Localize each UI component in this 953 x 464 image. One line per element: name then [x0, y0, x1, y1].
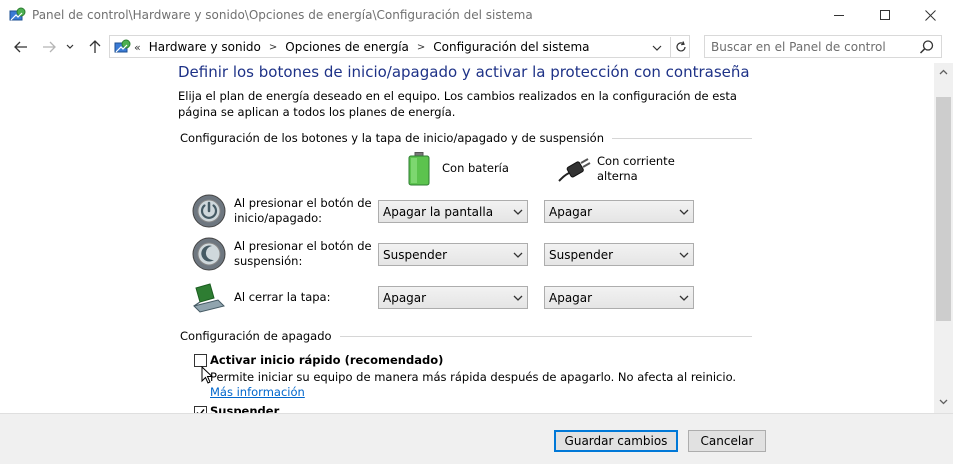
select-value: Apagar la pantalla	[383, 205, 494, 219]
suspend-label[interactable]: Suspender	[210, 404, 279, 413]
chevron-down-icon	[513, 295, 523, 301]
sleep-button-battery-select[interactable]: Suspender	[378, 243, 528, 266]
maximize-icon	[880, 10, 890, 20]
title-bar: Panel de control\Hardware y sonido\Opcio…	[0, 0, 953, 30]
breadcrumb-overflow[interactable]: «	[134, 41, 141, 54]
control-panel-icon	[9, 7, 26, 21]
buttons-section-title: Configuración de los botones y la tapa d…	[180, 131, 612, 145]
page-description: Elija el plan de energía deseado en el e…	[178, 89, 737, 119]
select-value: Apagar	[549, 291, 593, 305]
recent-locations-button[interactable]	[64, 38, 76, 56]
power-button-label: Al presionar el botón de inicio/apagado:	[234, 196, 372, 225]
address-dropdown-button[interactable]	[652, 41, 666, 53]
fast-startup-description: Permite iniciar su equipo de manera más …	[210, 370, 750, 400]
control-panel-icon	[114, 39, 131, 53]
power-button-battery-select[interactable]: Apagar la pantalla	[378, 200, 528, 223]
power-button-icon	[192, 194, 226, 228]
scroll-up-icon[interactable]	[939, 69, 948, 75]
suspend-checkbox[interactable]	[194, 406, 207, 413]
arrow-up-icon	[89, 40, 101, 53]
breadcrumb: « Hardware y sonido > Opciones de energí…	[134, 40, 590, 54]
mouse-cursor-icon	[201, 366, 213, 384]
select-value: Apagar	[383, 291, 427, 305]
up-button[interactable]	[86, 38, 104, 56]
minimize-icon	[834, 14, 844, 16]
more-info-link[interactable]: Más información	[210, 385, 305, 399]
column-battery: Con batería	[442, 161, 509, 175]
arrow-right-icon	[43, 41, 56, 53]
sleep-button-label: Al presionar el botón de suspensión:	[234, 239, 372, 268]
forward-button[interactable]	[40, 38, 58, 56]
vertical-scrollbar[interactable]	[934, 63, 953, 413]
refresh-icon	[675, 41, 686, 52]
arrow-left-icon	[14, 41, 27, 53]
fast-startup-label[interactable]: Activar inicio rápido (recomendado)	[210, 353, 443, 367]
chevron-down-icon	[679, 252, 689, 258]
address-bar[interactable]: « Hardware y sonido > Opciones de energí…	[109, 35, 690, 58]
lid-close-ac-select[interactable]: Apagar	[544, 286, 694, 309]
content-area: Definir los botones de inicio/apagado y …	[0, 63, 934, 413]
maximize-button[interactable]	[862, 0, 908, 30]
back-button[interactable]	[12, 38, 30, 56]
breadcrumb-power-options[interactable]: Opciones de energía	[285, 40, 409, 54]
breadcrumb-hardware-sound[interactable]: Hardware y sonido	[149, 40, 261, 54]
column-ac: Con corriente alterna	[597, 154, 675, 183]
cancel-button[interactable]: Cancelar	[688, 430, 766, 452]
breadcrumb-separator-icon[interactable]: >	[417, 42, 425, 53]
power-plug-icon	[558, 158, 591, 182]
chevron-down-icon	[679, 209, 689, 215]
scrollbar-thumb[interactable]	[936, 97, 951, 321]
chevron-down-icon	[513, 209, 523, 215]
save-changes-button[interactable]: Guardar cambios	[554, 430, 678, 452]
lid-close-battery-select[interactable]: Apagar	[378, 286, 528, 309]
battery-icon	[408, 152, 430, 186]
chevron-down-icon	[679, 295, 689, 301]
refresh-button[interactable]	[670, 37, 690, 57]
scroll-down-icon[interactable]	[939, 399, 948, 405]
search-icon[interactable]	[919, 39, 935, 55]
minimize-button[interactable]	[816, 0, 862, 30]
search-input[interactable]	[705, 36, 915, 57]
page-title: Definir los botones de inicio/apagado y …	[178, 63, 750, 81]
window-title: Panel de control\Hardware y sonido\Opcio…	[32, 8, 533, 22]
select-value: Apagar	[549, 205, 593, 219]
chevron-down-icon	[66, 44, 74, 49]
chevron-down-icon	[652, 45, 662, 51]
fast-startup-desc-text: Permite iniciar su equipo de manera más …	[210, 370, 737, 384]
sleep-button-ac-select[interactable]: Suspender	[544, 243, 694, 266]
lid-close-label: Al cerrar la tapa:	[234, 290, 331, 304]
select-value: Suspender	[383, 248, 448, 262]
footer-bar: Guardar cambios Cancelar	[0, 413, 953, 464]
search-box[interactable]	[704, 35, 942, 58]
chevron-down-icon	[513, 252, 523, 258]
breadcrumb-system-settings[interactable]: Configuración del sistema	[433, 40, 589, 54]
navigation-bar: « Hardware y sonido > Opciones de energí…	[0, 32, 953, 62]
close-button[interactable]	[907, 0, 953, 30]
select-value: Suspender	[549, 248, 614, 262]
power-button-ac-select[interactable]: Apagar	[544, 200, 694, 223]
laptop-lid-icon	[193, 283, 225, 313]
close-icon	[924, 9, 936, 21]
shutdown-section-title: Configuración de apagado	[180, 329, 340, 343]
breadcrumb-separator-icon[interactable]: >	[269, 42, 277, 53]
sleep-button-icon	[192, 237, 226, 271]
